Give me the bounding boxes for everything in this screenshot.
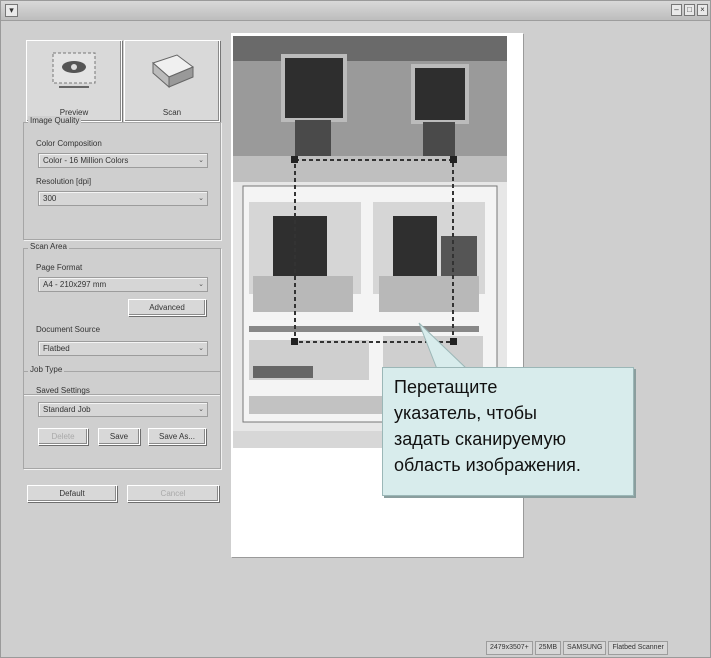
scan-button[interactable]: Scan: [124, 40, 220, 122]
chevron-down-icon: ⌄: [198, 195, 204, 202]
document-source-value: Flatbed: [43, 344, 70, 353]
tooltip-line-3: задать сканируемую: [394, 429, 566, 449]
scan-label: Scan: [162, 108, 182, 117]
window-controls: – □ ×: [671, 4, 708, 16]
advanced-button[interactable]: Advanced: [128, 299, 206, 316]
status-device: SAMSUNG: [563, 641, 607, 655]
job-type-group: Job Type Saved Settings Standard Job ⌄ D…: [23, 365, 221, 469]
save-as-button[interactable]: Save As...: [148, 428, 206, 445]
save-button[interactable]: Save: [98, 428, 140, 445]
saved-settings-value: Standard Job: [43, 405, 91, 414]
instruction-tooltip: Перетащите указатель, чтобы задать скани…: [382, 367, 634, 496]
color-composition-label: Color Composition: [36, 139, 102, 148]
scan-area-legend: Scan Area: [28, 242, 69, 251]
job-type-legend: Job Type: [28, 365, 65, 374]
settings-panel: Preview Scan Image Quality Color Composi…: [20, 33, 224, 513]
system-menu-icon[interactable]: ▾: [5, 4, 18, 17]
saved-settings-label: Saved Settings: [36, 386, 90, 395]
status-bar: 2479x3507+ 25MB SAMSUNG Flatbed Scanner: [486, 641, 708, 655]
close-button[interactable]: ×: [697, 4, 708, 16]
status-image-size: 2479x3507+: [486, 641, 533, 655]
tooltip-pointer: [418, 322, 469, 370]
image-quality-legend: Image Quality: [28, 116, 82, 125]
color-composition-value: Color - 16 Million Colors: [43, 156, 129, 165]
preview-icon: [52, 52, 96, 88]
tooltip-line-4: область изображения.: [394, 455, 581, 475]
document-source-select[interactable]: Flatbed ⌄: [38, 341, 208, 356]
chevron-down-icon: ⌄: [198, 281, 204, 288]
status-scanner: Flatbed Scanner: [608, 641, 668, 655]
preview-button[interactable]: Preview: [26, 40, 122, 122]
scanner-window: ▾ – □ × Preview Scan Image Quality Color…: [0, 0, 711, 658]
chevron-down-icon: ⌄: [198, 406, 204, 413]
maximize-button[interactable]: □: [684, 4, 695, 16]
delete-button[interactable]: Delete: [38, 428, 88, 445]
default-button[interactable]: Default: [27, 485, 117, 502]
status-file-size: 25MB: [534, 641, 562, 655]
tooltip-line-1: Перетащите: [394, 377, 498, 397]
resolution-label: Resolution [dpi]: [36, 177, 92, 186]
cancel-button[interactable]: Cancel: [127, 485, 219, 502]
chevron-down-icon: ⌄: [198, 157, 204, 164]
title-bar[interactable]: ▾ – □ ×: [1, 1, 710, 21]
resolution-value: 300: [43, 194, 57, 203]
minimize-button[interactable]: –: [671, 4, 682, 16]
image-quality-group: Image Quality Color Composition Color - …: [23, 116, 221, 240]
page-format-select[interactable]: A4 - 210x297 mm ⌄: [38, 277, 208, 292]
page-format-value: A4 - 210x297 mm: [43, 280, 107, 289]
tooltip-line-2: указатель, чтобы: [394, 403, 537, 423]
chevron-down-icon: ⌄: [198, 345, 204, 352]
color-composition-select[interactable]: Color - 16 Million Colors ⌄: [38, 153, 208, 168]
resolution-select[interactable]: 300 ⌄: [38, 191, 208, 206]
saved-settings-select[interactable]: Standard Job ⌄: [38, 402, 208, 417]
scanner-icon: [152, 54, 194, 89]
page-format-label: Page Format: [36, 263, 83, 272]
document-source-label: Document Source: [36, 325, 101, 334]
